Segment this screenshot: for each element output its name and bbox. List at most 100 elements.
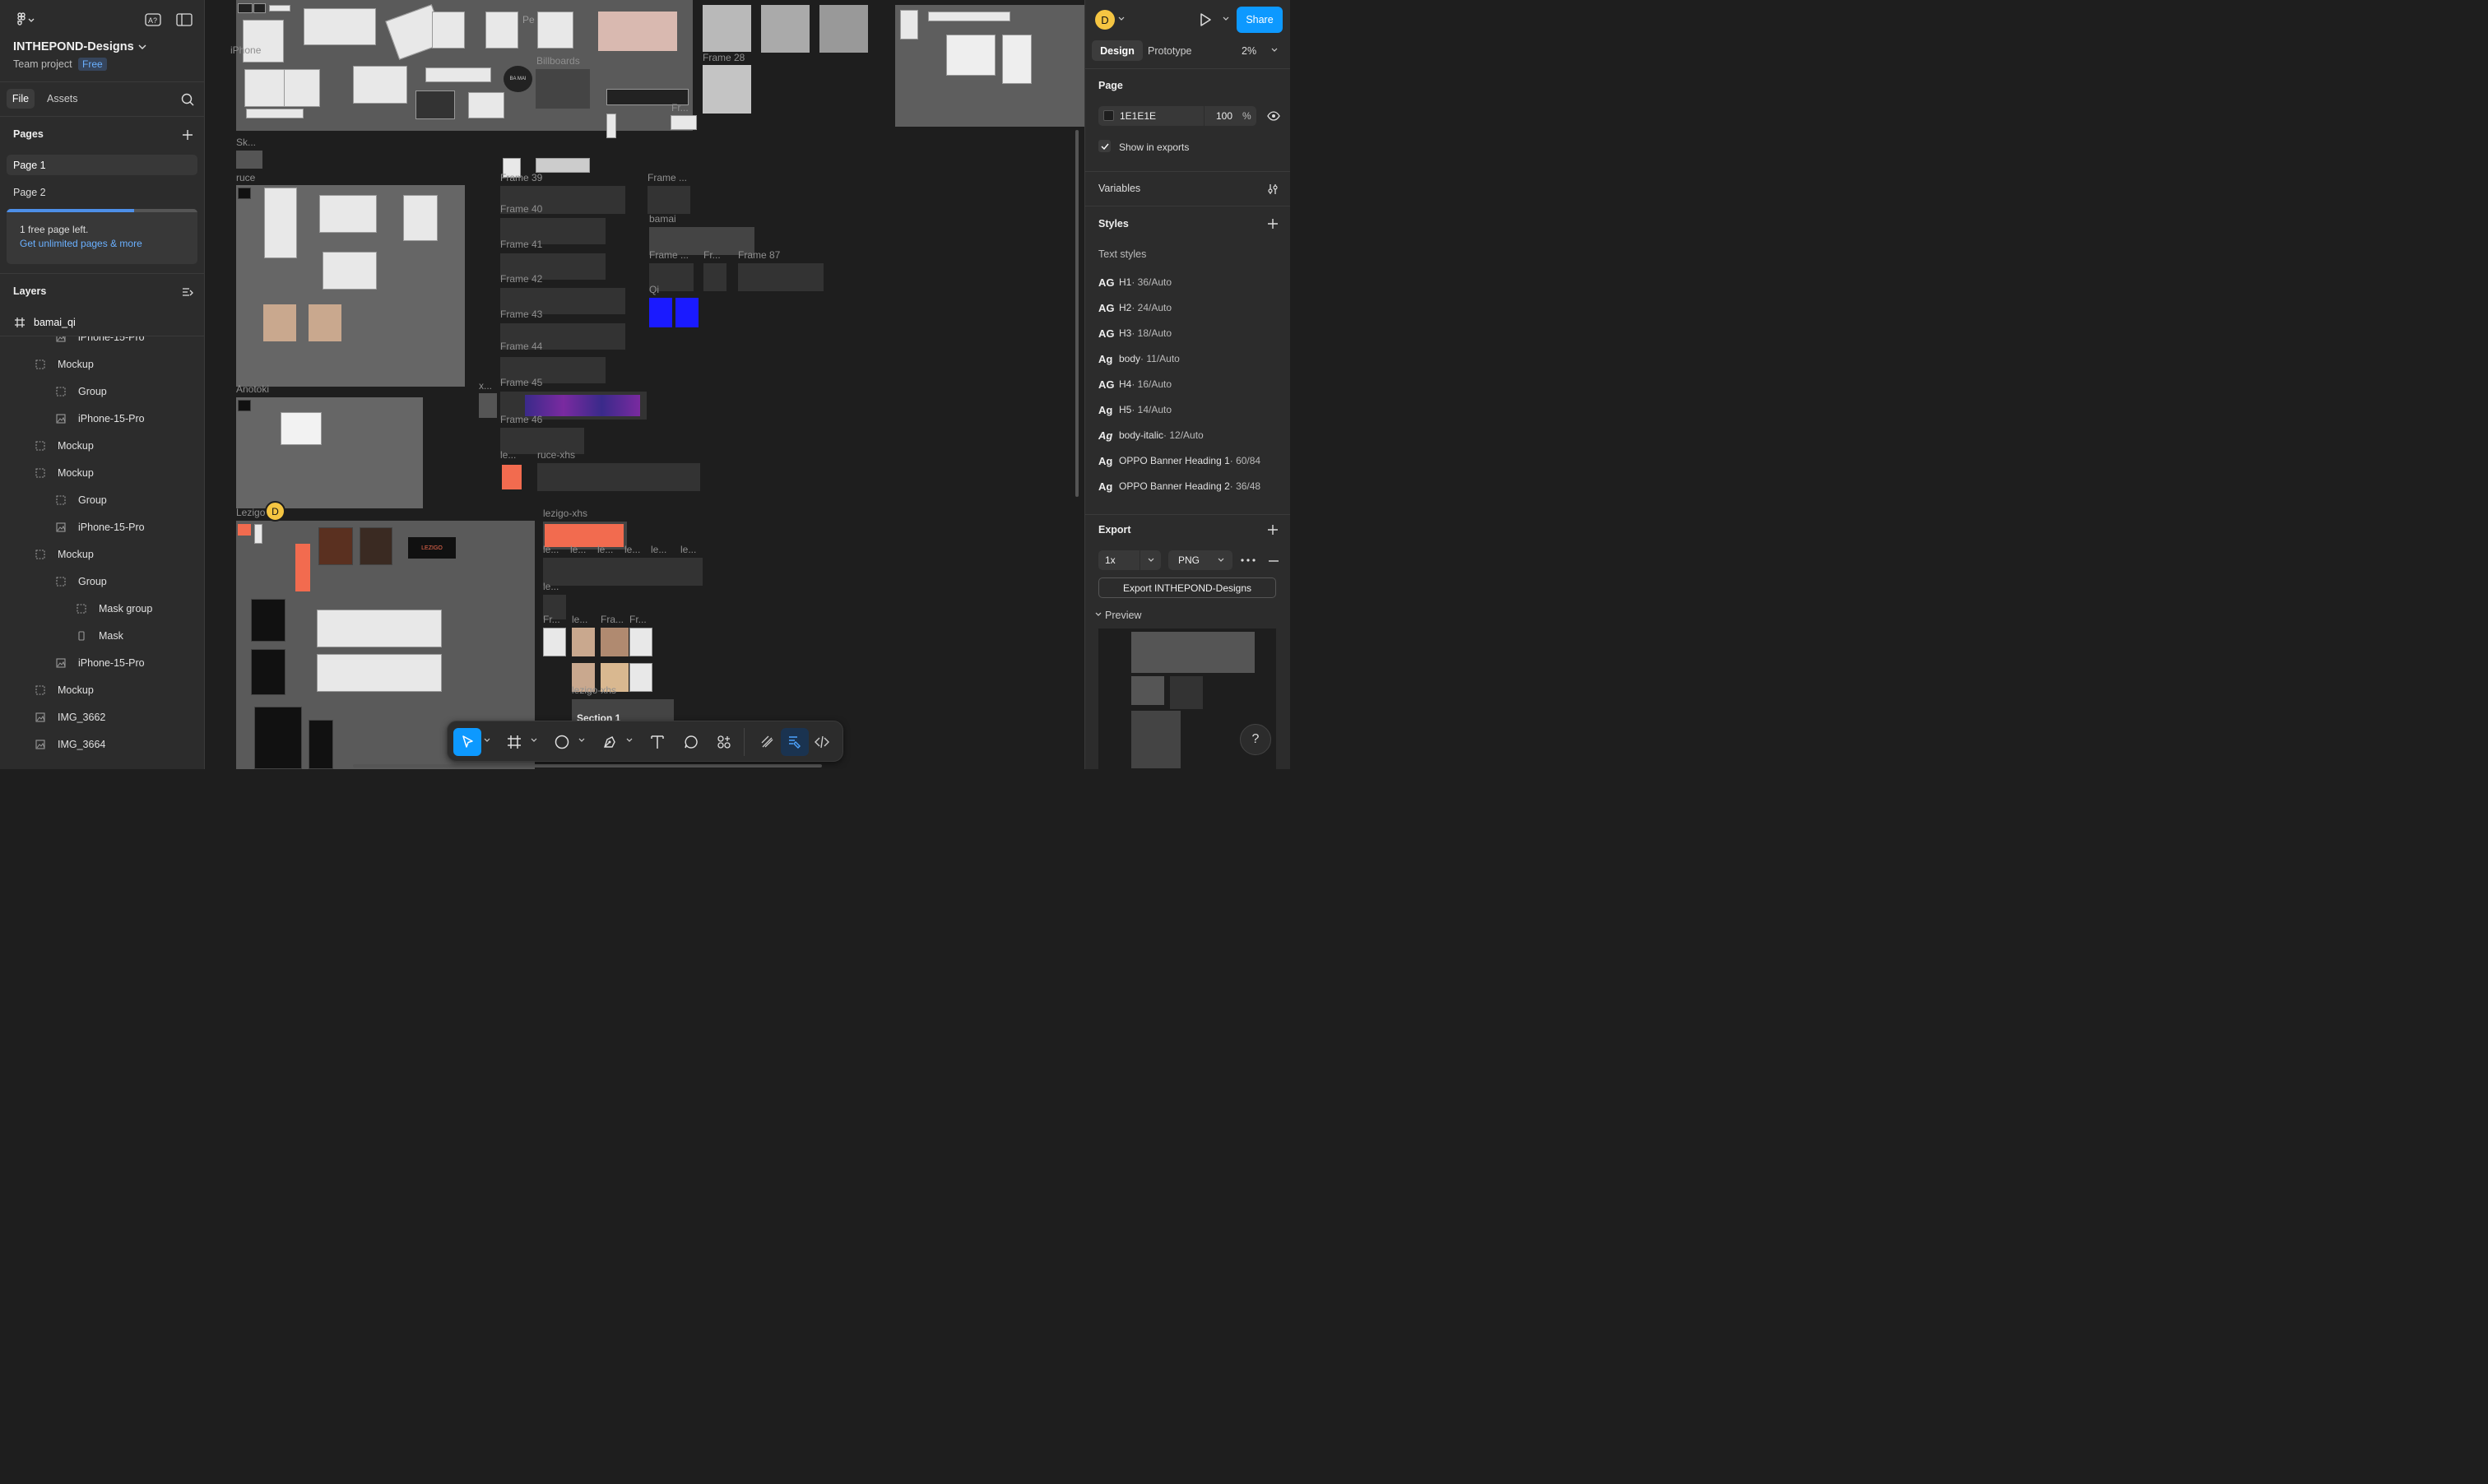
toggle-sidebar-icon[interactable] — [175, 12, 193, 28]
actions-tool[interactable] — [710, 728, 738, 756]
tab-assets[interactable]: Assets — [47, 93, 78, 104]
plan-badge[interactable]: Free — [78, 58, 107, 71]
export-scale-select[interactable]: 1x — [1098, 550, 1161, 570]
figma-menu-button[interactable] — [13, 12, 38, 28]
share-button[interactable]: Share — [1237, 7, 1283, 33]
chevron-down-icon[interactable] — [137, 41, 148, 53]
pen-tool[interactable] — [596, 728, 624, 756]
page-item-selected[interactable]: Page 1 — [7, 155, 197, 175]
ruce-frame[interactable] — [236, 185, 465, 387]
page-color-hex[interactable]: 1E1E1E — [1120, 110, 1156, 122]
layer-row[interactable]: IMG_3662 — [0, 703, 204, 730]
layer-row[interactable]: Mockup — [0, 350, 204, 378]
watch-frame[interactable] — [895, 5, 1084, 127]
search-icon[interactable] — [180, 92, 195, 107]
layer-row[interactable]: Mask group — [0, 595, 204, 622]
text-style-item[interactable]: Ag OPPO Banner Heading 1 · 60/84 — [1098, 452, 1260, 469]
export-button[interactable]: Export INTHEPOND-Designs — [1098, 577, 1276, 598]
dev-mode[interactable] — [808, 728, 836, 756]
shape-tool[interactable] — [548, 728, 576, 756]
qi-frame[interactable] — [675, 298, 699, 327]
text-style-item[interactable]: Ag H5 · 14/Auto — [1098, 401, 1172, 418]
page-fill-field[interactable]: 1E1E1E 100 % — [1098, 106, 1256, 126]
zoom-level[interactable]: 2% — [1242, 45, 1256, 57]
layer-frame-selected[interactable]: bamai_qi — [0, 311, 204, 336]
tab-prototype[interactable]: Prototype — [1148, 45, 1192, 57]
ai-icon[interactable]: A? — [144, 12, 162, 28]
tab-design[interactable]: Design — [1092, 40, 1143, 61]
text-style-glyph: Ag — [1098, 454, 1113, 467]
horizontal-scrollbar[interactable] — [353, 764, 822, 768]
layer-row[interactable]: iPhone-15-Pro — [0, 513, 204, 540]
mockups-frame[interactable]: BA MAI — [236, 0, 693, 131]
page-item[interactable]: Page 2 — [13, 187, 46, 198]
layer-row[interactable]: Mockup — [0, 459, 204, 486]
preview-label[interactable]: Preview — [1105, 610, 1141, 621]
layer-row[interactable]: Mockup — [0, 676, 204, 703]
fr-frame[interactable] — [703, 263, 726, 291]
text-style-item[interactable]: Ag body · 11/Auto — [1098, 350, 1180, 367]
frame-label: le... — [543, 544, 559, 555]
qi-frame[interactable] — [649, 298, 672, 327]
layer-row[interactable]: Group — [0, 568, 204, 595]
add-export-icon[interactable] — [1266, 523, 1279, 536]
move-tool[interactable] — [453, 728, 481, 756]
layer-row[interactable]: IMG_3664 — [0, 730, 204, 758]
anotoki-frame[interactable] — [236, 397, 423, 508]
le-row[interactable] — [543, 558, 703, 586]
more-options-icon[interactable] — [1240, 555, 1256, 565]
ruce-xhs-frame[interactable] — [537, 463, 700, 491]
collapse-layers-icon[interactable] — [181, 285, 194, 299]
chevron-down-icon[interactable] — [1271, 48, 1278, 53]
text-style-item[interactable]: AG H2 · 24/Auto — [1098, 299, 1172, 316]
show-exports-checkbox[interactable] — [1098, 140, 1111, 152]
layer-name: Mask group — [99, 602, 153, 614]
design-mode[interactable] — [781, 728, 809, 756]
le-frame[interactable] — [502, 465, 522, 489]
text-tool[interactable] — [643, 728, 671, 756]
layer-row[interactable]: Group — [0, 378, 204, 405]
remove-export-icon[interactable] — [1267, 559, 1280, 563]
chevron-down-icon[interactable] — [1223, 16, 1229, 21]
chevron-down-icon[interactable] — [484, 738, 490, 743]
layer-row[interactable]: iPhone-15-Pro — [0, 336, 204, 350]
export-format-select[interactable]: PNG — [1168, 550, 1232, 570]
layer-row[interactable]: iPhone-15-Pro — [0, 405, 204, 432]
help-button[interactable]: ? — [1240, 724, 1271, 755]
vertical-scrollbar[interactable] — [1075, 130, 1079, 497]
chevron-down-icon[interactable] — [1095, 612, 1102, 617]
add-style-icon[interactable] — [1266, 217, 1279, 230]
text-style-item[interactable]: Ag body-italic · 12/Auto — [1098, 427, 1204, 443]
layer-row[interactable]: iPhone-15-Pro — [0, 649, 204, 676]
chevron-down-icon[interactable] — [1118, 16, 1125, 21]
text-style-item[interactable]: Ag OPPO Banner Heading 2 · 36/48 — [1098, 478, 1260, 494]
text-style-item[interactable]: AG H4 · 16/Auto — [1098, 376, 1172, 392]
chevron-down-icon[interactable] — [578, 738, 585, 743]
variables-settings-icon[interactable] — [1266, 183, 1279, 196]
text-style-item[interactable]: AG H3 · 18/Auto — [1098, 325, 1172, 341]
canvas[interactable]: BA MAI iPhone Billboards Pe Fr... Frame … — [205, 0, 1084, 769]
draw-mode[interactable] — [754, 728, 782, 756]
text-style-item[interactable]: AG H1 · 36/Auto — [1098, 274, 1172, 290]
layer-row[interactable]: Group — [0, 486, 204, 513]
add-page-icon[interactable] — [181, 128, 194, 141]
layer-row[interactable]: Mask — [0, 622, 204, 649]
user-avatar[interactable]: D — [1095, 10, 1115, 30]
page-opacity[interactable]: 100 — [1216, 110, 1232, 122]
frame-87[interactable] — [738, 263, 824, 291]
layer-row[interactable]: Mockup — [0, 540, 204, 568]
frame-tool[interactable] — [500, 728, 528, 756]
project-name[interactable]: INTHEPOND-Designs — [13, 40, 134, 53]
color-swatch[interactable] — [1103, 110, 1114, 121]
comment-tool[interactable] — [677, 728, 705, 756]
sk-frame[interactable] — [236, 151, 262, 169]
layer-row[interactable]: Mockup — [0, 432, 204, 459]
eye-icon[interactable] — [1266, 110, 1281, 122]
frame-dots[interactable] — [648, 186, 690, 214]
tab-file[interactable]: File — [7, 89, 35, 109]
upsell-link[interactable]: Get unlimited pages & more — [20, 238, 142, 249]
chevron-down-icon[interactable] — [531, 738, 537, 743]
x-frame[interactable] — [479, 393, 497, 418]
present-play-icon[interactable] — [1198, 12, 1213, 27]
chevron-down-icon[interactable] — [626, 738, 633, 743]
